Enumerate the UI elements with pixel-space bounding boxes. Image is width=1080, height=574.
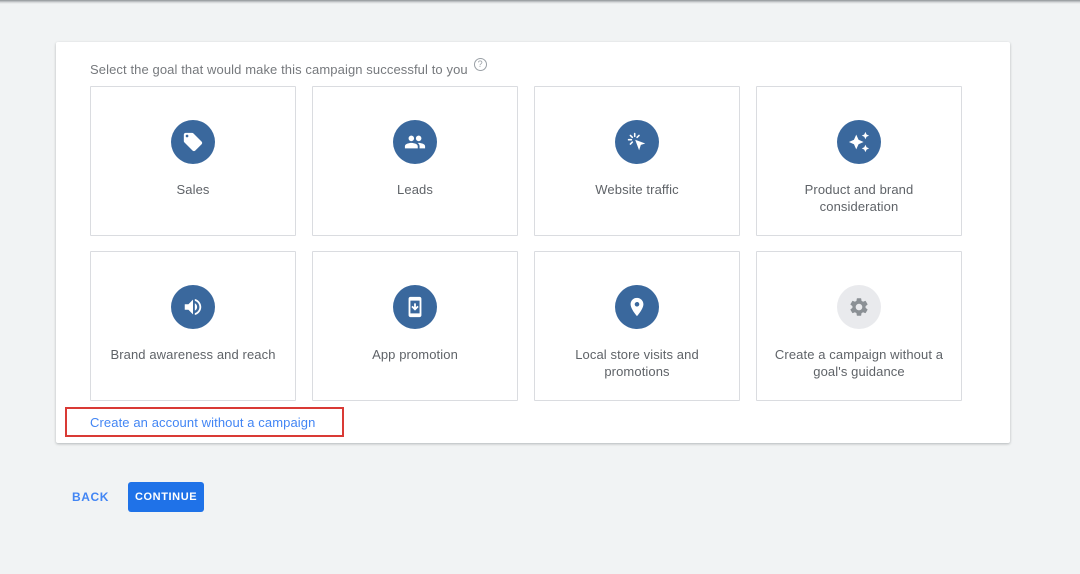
instruction-text: Select the goal that would make this cam…: [90, 62, 468, 77]
account-link-row: Create an account without a campaign: [90, 414, 315, 432]
goal-tile-app-promotion[interactable]: App promotion: [312, 251, 518, 401]
location-pin-icon: [615, 285, 659, 329]
back-button[interactable]: BACK: [62, 482, 119, 512]
gear-icon: [837, 285, 881, 329]
continue-button[interactable]: CONTINUE: [128, 482, 204, 512]
goal-tile-local-store-visits[interactable]: Local store visits and promotions: [534, 251, 740, 401]
window-top-edge: [0, 0, 1080, 4]
create-account-without-campaign-link[interactable]: Create an account without a campaign: [90, 415, 315, 430]
goal-tile-sales[interactable]: Sales: [90, 86, 296, 236]
speaker-icon: [171, 285, 215, 329]
goal-label: Leads: [381, 181, 449, 198]
goal-grid: Sales Leads W: [90, 86, 962, 401]
goal-tile-brand-awareness[interactable]: Brand awareness and reach: [90, 251, 296, 401]
goal-label: Create a campaign without a goal's guida…: [757, 346, 961, 380]
goal-label: App promotion: [356, 346, 474, 363]
cursor-click-icon: [615, 120, 659, 164]
tag-icon: [171, 120, 215, 164]
phone-download-icon: [393, 285, 437, 329]
goal-label: Sales: [160, 181, 225, 198]
goal-tile-leads[interactable]: Leads: [312, 86, 518, 236]
goal-selection-card: Select the goal that would make this cam…: [56, 42, 1010, 443]
goal-label: Website traffic: [579, 181, 694, 198]
footer-actions: BACK CONTINUE: [62, 482, 204, 512]
people-icon: [393, 120, 437, 164]
goal-tile-no-goal-guidance[interactable]: Create a campaign without a goal's guida…: [756, 251, 962, 401]
goal-tile-product-brand-consideration[interactable]: Product and brand consideration: [756, 86, 962, 236]
sparkles-icon: [837, 120, 881, 164]
instruction-row: Select the goal that would make this cam…: [90, 62, 487, 77]
help-icon[interactable]: ?: [474, 58, 487, 71]
goal-label: Product and brand consideration: [757, 181, 961, 215]
goal-tile-website-traffic[interactable]: Website traffic: [534, 86, 740, 236]
goal-label: Brand awareness and reach: [94, 346, 291, 363]
goal-label: Local store visits and promotions: [535, 346, 739, 380]
